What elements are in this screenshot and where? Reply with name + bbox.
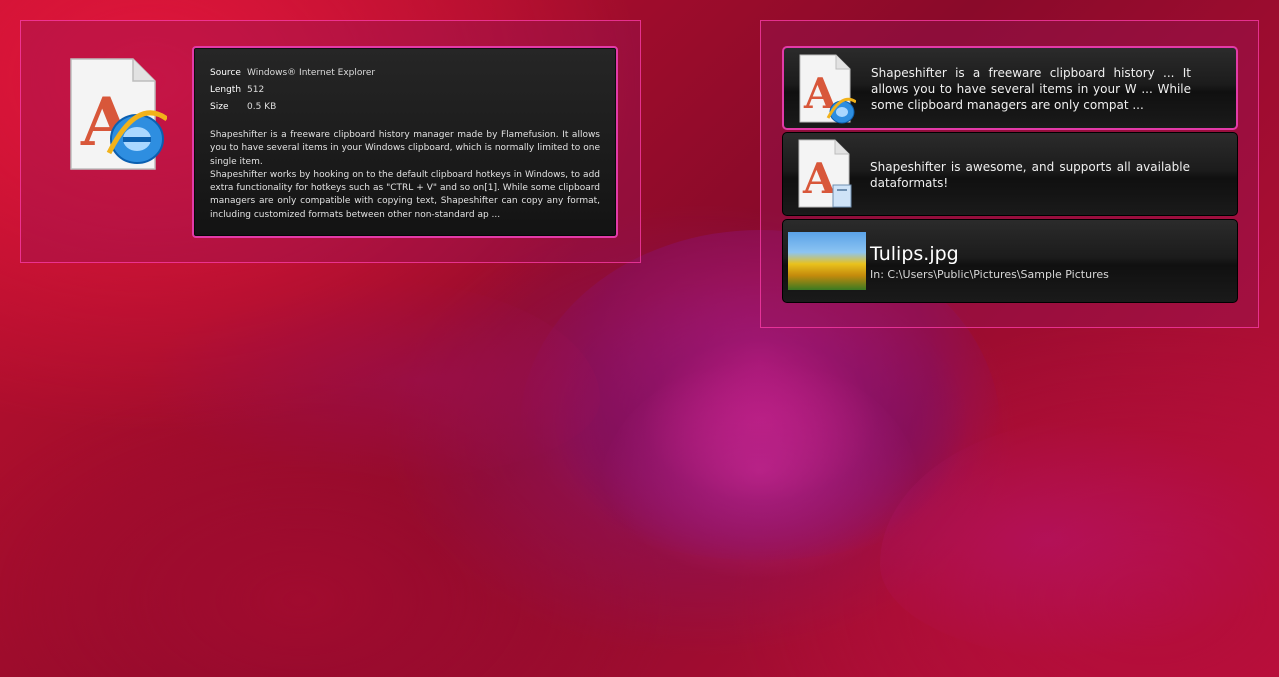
description-paragraph: Shapeshifter works by hooking on to the … [210,169,600,220]
file-name: Tulips.jpg [870,243,959,265]
preview-panel: A Source Windows® Internet Explorer Leng… [20,20,641,263]
history-item[interactable]: A Shapeshifter is a freeware clipboard h… [782,46,1238,130]
history-item-text: Shapeshifter is a freeware clipboard his… [871,66,1191,112]
meta-row-size: Size 0.5 KB [210,99,600,116]
history-item-text: Shapeshifter is awesome, and supports al… [870,160,1190,190]
internet-explorer-font-document-icon: A [798,54,857,124]
paste-font-document-icon: A [797,139,855,209]
meta-row-length: Length 512 [210,82,600,99]
preview-description: Shapeshifter is a freeware clipboard his… [210,129,600,222]
history-panel: A Shapeshifter is a freeware clipboard h… [760,20,1259,328]
meta-key: Source [210,68,241,78]
meta-value: 0.5 KB [247,102,277,112]
description-paragraph: Shapeshifter is a freeware clipboard his… [210,130,600,167]
svg-text:A: A [802,154,837,203]
meta-value: 512 [247,85,265,95]
history-item[interactable]: Tulips.jpg In: C:\Users\Public\Pictures\… [782,219,1238,303]
meta-value: Windows® Internet Explorer [247,68,376,78]
meta-row-source: Source Windows® Internet Explorer [210,65,600,82]
internet-explorer-font-document-icon: A [67,57,169,173]
meta-key: Length [210,85,242,95]
details-card: Source Windows® Internet Explorer Length… [192,46,618,238]
image-thumbnail [788,232,866,290]
meta-key: Size [210,102,229,112]
history-item[interactable]: A Shapeshifter is awesome, and supports … [782,132,1238,216]
file-path: In: C:\Users\Public\Pictures\Sample Pict… [870,268,1109,281]
